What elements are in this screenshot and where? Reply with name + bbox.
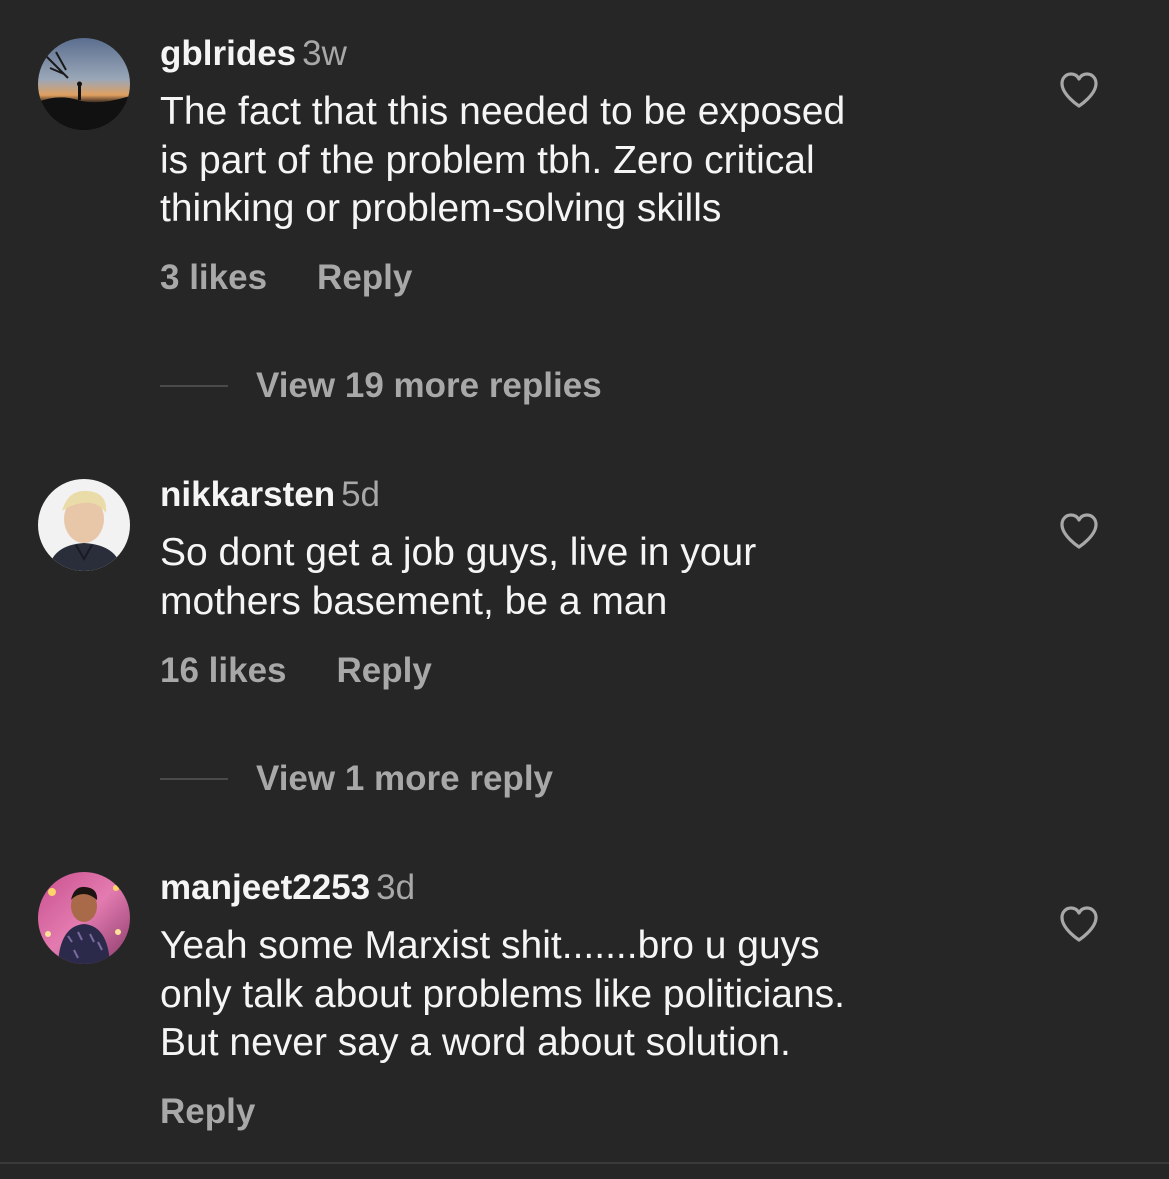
like-button[interactable]	[1058, 70, 1100, 110]
comment-header: gblrides 3w	[160, 34, 347, 74]
username[interactable]: nikkarsten	[160, 475, 335, 514]
comment-actions: 3 likes Reply	[160, 258, 412, 298]
avatar[interactable]	[38, 38, 130, 130]
comment-text: The fact that this needed to be exposed …	[160, 88, 1020, 234]
comment-line: is part of the problem tbh. Zero critica…	[160, 138, 815, 182]
username[interactable]: gblrides	[160, 34, 296, 73]
view-replies-button[interactable]: View 1 more reply	[160, 759, 553, 799]
timestamp: 3d	[376, 868, 416, 907]
username[interactable]: manjeet2253	[160, 868, 370, 907]
comment-text: Yeah some Marxist shit.......bro u guys …	[160, 922, 1020, 1068]
avatar[interactable]	[38, 479, 130, 571]
person-portrait-avatar	[38, 872, 130, 964]
avatar[interactable]	[38, 872, 130, 964]
replies-divider	[160, 778, 228, 780]
replies-divider	[160, 385, 228, 387]
likes-count[interactable]: 3 likes	[160, 258, 267, 298]
timestamp: 3w	[302, 34, 347, 73]
comment-header: nikkarsten 5d	[160, 475, 380, 515]
comment-line: The fact that this needed to be exposed	[160, 90, 846, 133]
sunset-silhouette-avatar	[38, 38, 130, 130]
reply-button[interactable]: Reply	[317, 258, 412, 298]
reply-button[interactable]: Reply	[337, 651, 432, 691]
person-portrait-avatar	[38, 479, 130, 571]
bottom-divider	[0, 1162, 1169, 1164]
reply-button[interactable]: Reply	[160, 1092, 255, 1132]
comment-actions: 16 likes Reply	[160, 651, 432, 691]
like-button[interactable]	[1058, 511, 1100, 551]
view-replies-label: View 1 more reply	[256, 759, 554, 798]
comment-header: manjeet2253 3d	[160, 868, 415, 908]
comment-line: thinking or problem-solving skills	[160, 187, 722, 230]
comment-actions: Reply	[160, 1092, 255, 1132]
view-replies-button[interactable]: View 19 more replies	[160, 366, 602, 406]
heart-outline-icon	[1060, 72, 1098, 108]
comment-line: So dont get a job guys, live in your	[160, 531, 757, 574]
comment-text: So dont get a job guys, live in your mot…	[160, 529, 1020, 626]
heart-outline-icon	[1060, 513, 1098, 549]
like-button[interactable]	[1058, 904, 1100, 944]
comment-line: Yeah some Marxist shit.......bro u guys	[160, 924, 820, 967]
comment-line: But never say a word about solution.	[160, 1021, 791, 1064]
timestamp: 5d	[341, 475, 381, 514]
view-replies-label: View 19 more replies	[256, 366, 602, 405]
comment-line: only talk about problems like politician…	[160, 972, 846, 1016]
likes-count[interactable]: 16 likes	[160, 651, 287, 691]
comment-line: mothers basement, be a man	[160, 579, 668, 623]
heart-outline-icon	[1060, 906, 1098, 942]
